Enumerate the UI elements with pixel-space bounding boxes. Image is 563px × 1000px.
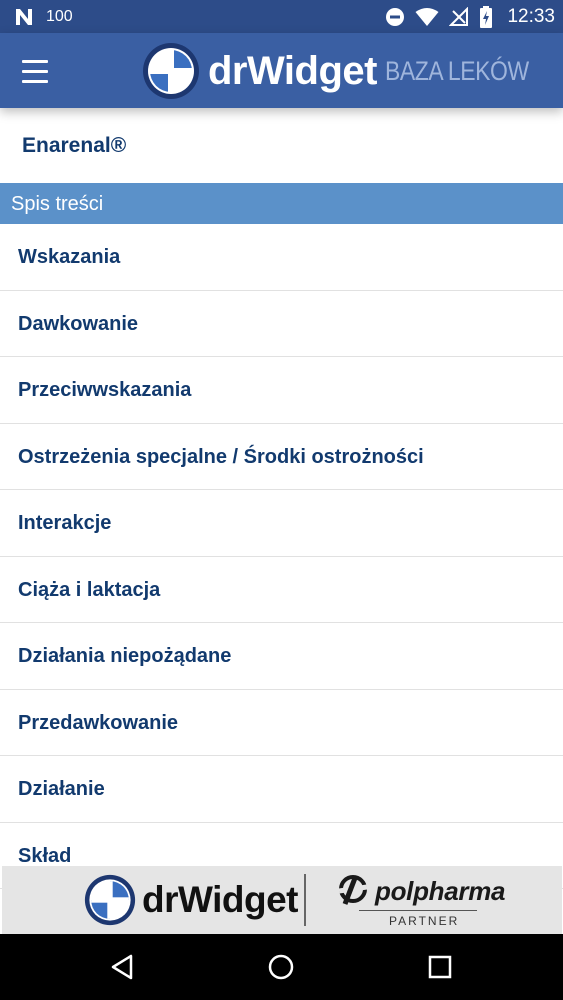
- brand-name: drWidget: [208, 48, 377, 93]
- menu-icon-line: [22, 80, 48, 83]
- drwidget-logo-icon: [143, 43, 199, 99]
- notification-n-icon: [16, 9, 32, 25]
- toc-item-przeciwwskazania[interactable]: Przeciwwskazania: [0, 357, 563, 424]
- drug-title-row: Enarenal®: [0, 108, 563, 183]
- toc-header: Spis treści: [0, 183, 563, 224]
- banner-divider: [304, 874, 306, 926]
- toc-item-wskazania[interactable]: Wskazania: [0, 224, 563, 291]
- toc-item-label: Ciąża i laktacja: [18, 578, 161, 601]
- toc-item-dawkowanie[interactable]: Dawkowanie: [0, 291, 563, 357]
- menu-button[interactable]: [22, 57, 52, 83]
- toc-item-label: Działania niepożądane: [18, 645, 232, 667]
- toc-item-label: Przedawkowanie: [18, 711, 179, 734]
- toc-item-label: Skład: [18, 844, 72, 867]
- toc-item-przedawkowanie[interactable]: Przedawkowanie: [0, 690, 563, 756]
- status-bar: 100 12:33: [0, 0, 563, 33]
- menu-icon-line: [22, 60, 48, 63]
- battery-charging-icon: [480, 5, 493, 28]
- toc-item-label: Interakcje: [18, 512, 112, 534]
- polpharma-emblem-icon: [338, 875, 368, 905]
- back-icon[interactable]: [107, 951, 139, 983]
- toc-item-dzialania-niepozadane[interactable]: Działania niepożądane: [0, 623, 563, 690]
- toc-list: Wskazania Dawkowanie Przeciwwskazania Os…: [0, 224, 563, 889]
- brand-subtitle: BAZA LEKÓW: [384, 55, 529, 86]
- toc-item-label: Ostrzeżenia specjalne / Środki ostrożnoś…: [18, 445, 424, 468]
- toc-item-label: Wskazania: [18, 246, 121, 268]
- banner-brand-name: drWidget: [142, 879, 298, 920]
- app-bar: drWidget BAZA LEKÓW: [0, 33, 563, 108]
- polpharma-logo: polpharma PARTNER: [335, 874, 506, 928]
- clock: 12:33: [507, 5, 555, 27]
- signal-icon: [449, 6, 469, 26]
- drwidget-logo-icon: [84, 874, 136, 926]
- home-icon[interactable]: [265, 951, 297, 983]
- wifi-icon: [415, 7, 439, 26]
- navigation-bar: [0, 934, 563, 1000]
- toc-item-interakcje[interactable]: Interakcje: [0, 490, 563, 557]
- drug-title: Enarenal®: [22, 134, 127, 157]
- do-not-disturb-icon: [386, 7, 405, 26]
- toc-item-ostrzezenia[interactable]: Ostrzeżenia specjalne / Środki ostrożnoś…: [0, 424, 563, 490]
- toc-item-ciaza[interactable]: Ciąża i laktacja: [0, 557, 563, 623]
- battery-percentage: 100: [46, 8, 73, 25]
- toc-header-label: Spis treści: [11, 193, 104, 215]
- partner-underline: [359, 910, 477, 911]
- toc-item-label: Działanie: [18, 778, 105, 800]
- toc-item-dzialanie[interactable]: Działanie: [0, 756, 563, 823]
- app-logo: drWidget BAZA LEKÓW: [142, 42, 554, 100]
- banner-drwidget-logo: drWidget: [84, 873, 298, 927]
- toc-item-label: Dawkowanie: [18, 312, 139, 335]
- partner-banner[interactable]: drWidget polpharma PARTNER: [2, 866, 562, 934]
- partner-name: polpharma: [375, 876, 506, 906]
- recents-icon[interactable]: [424, 951, 456, 983]
- partner-label: PARTNER: [389, 914, 460, 928]
- system-icons: 12:33: [385, 0, 555, 33]
- menu-icon-line: [22, 70, 48, 73]
- toc-item-label: Przeciwwskazania: [18, 379, 192, 401]
